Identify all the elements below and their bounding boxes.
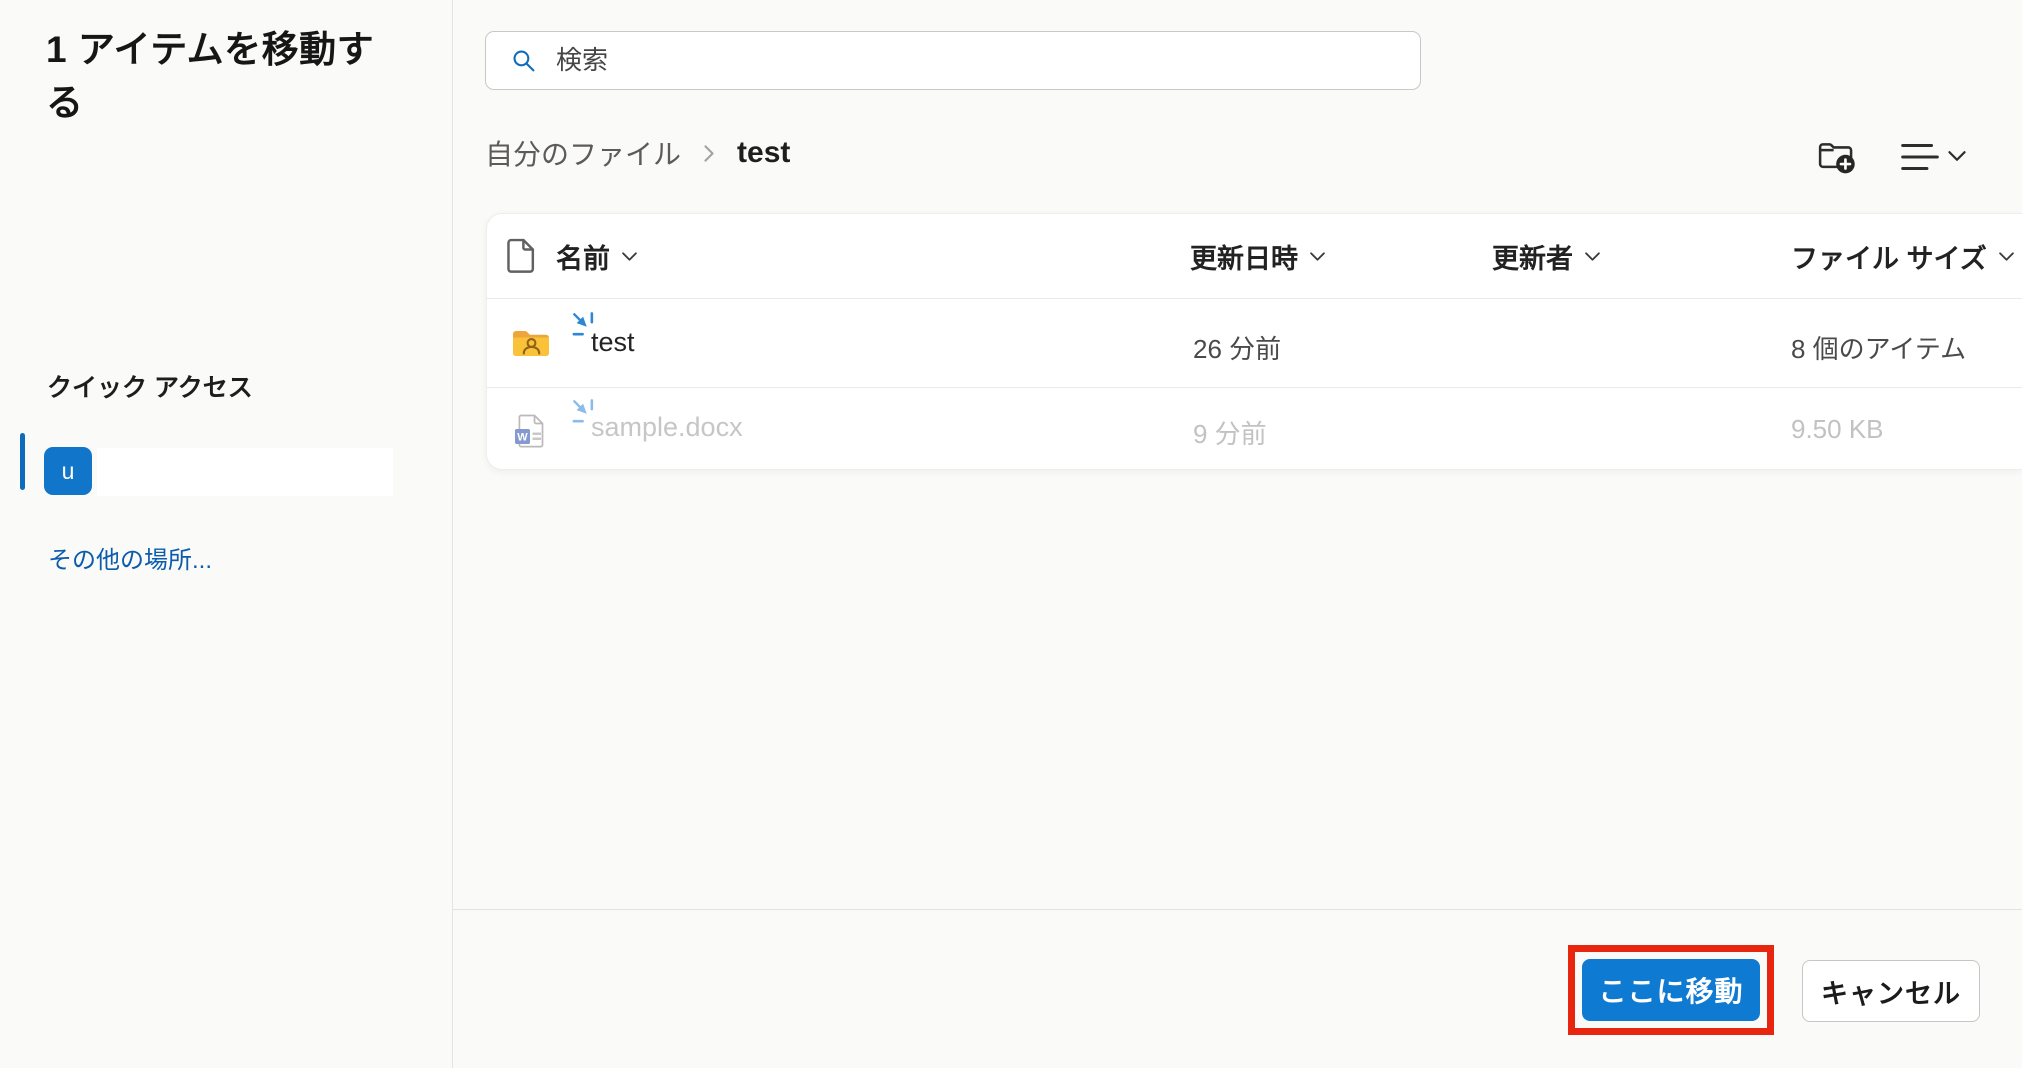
- more-places-link[interactable]: その他の場所...: [48, 540, 212, 575]
- file-size: 9.50 KB: [1791, 414, 1884, 445]
- file-name: sample.docx: [591, 412, 743, 443]
- new-folder-button[interactable]: [1818, 139, 1856, 175]
- site-tile-initial: u: [62, 458, 75, 485]
- breadcrumb: 自分のファイル test: [485, 133, 790, 173]
- chevron-down-icon: [1310, 252, 1325, 261]
- search-box[interactable]: [485, 31, 1421, 90]
- file-list-header: 名前 更新日時 更新者 ファイル サイズ: [487, 214, 2022, 299]
- sidebar: 1 アイテムを移動する 自分のファイル クイック アクセス u その他の場所..…: [0, 0, 453, 1068]
- table-row-sample-docx-disabled: W sample.docx 9 分前 9.50 KB: [487, 387, 2022, 471]
- chevron-right-icon: [703, 144, 715, 163]
- chevron-down-icon[interactable]: [1948, 151, 1966, 161]
- selected-indicator: [20, 433, 25, 490]
- red-highlight-box: ここに移動: [1568, 945, 1774, 1035]
- chevron-down-icon: [1585, 252, 1600, 261]
- column-header-file-size[interactable]: ファイル サイズ: [1791, 214, 2014, 298]
- file-modified: 9 分前: [1193, 414, 1267, 451]
- breadcrumb-root[interactable]: 自分のファイル: [485, 133, 681, 173]
- chevron-down-icon: [1999, 252, 2014, 261]
- document-icon: [506, 238, 535, 274]
- quick-access-site-tile[interactable]: u: [44, 447, 92, 495]
- column-header-name[interactable]: 名前: [556, 214, 637, 298]
- cancel-button[interactable]: キャンセル: [1802, 960, 1980, 1022]
- file-list: 名前 更新日時 更新者 ファイル サイズ: [486, 213, 2022, 470]
- file-modified: 26 分前: [1193, 329, 1281, 366]
- table-row-folder-test[interactable]: test 26 分前 8 個のアイテム: [487, 298, 2022, 388]
- sidebar-item-my-files[interactable]: 自分のファイル: [0, 214, 452, 280]
- dialog-title: 1 アイテムを移動する: [46, 24, 394, 129]
- file-size: 8 個のアイテム: [1791, 329, 1966, 366]
- footer-divider: [453, 909, 2022, 910]
- view-options-button[interactable]: [1900, 142, 1940, 172]
- chevron-down-icon: [622, 252, 637, 261]
- quick-access-heading: クイック アクセス: [47, 368, 253, 404]
- file-name: test: [591, 327, 635, 358]
- column-header-modified-by[interactable]: 更新者: [1492, 214, 1600, 298]
- move-here-button[interactable]: ここに移動: [1582, 959, 1760, 1021]
- search-input[interactable]: [554, 44, 1420, 77]
- quick-access-item[interactable]: [97, 448, 393, 496]
- word-document-icon: W: [513, 413, 549, 449]
- svg-text:W: W: [517, 431, 528, 443]
- breadcrumb-current: test: [737, 136, 790, 170]
- column-header-modified[interactable]: 更新日時: [1190, 214, 1325, 298]
- search-icon: [511, 48, 536, 73]
- shared-folder-icon: [511, 327, 551, 359]
